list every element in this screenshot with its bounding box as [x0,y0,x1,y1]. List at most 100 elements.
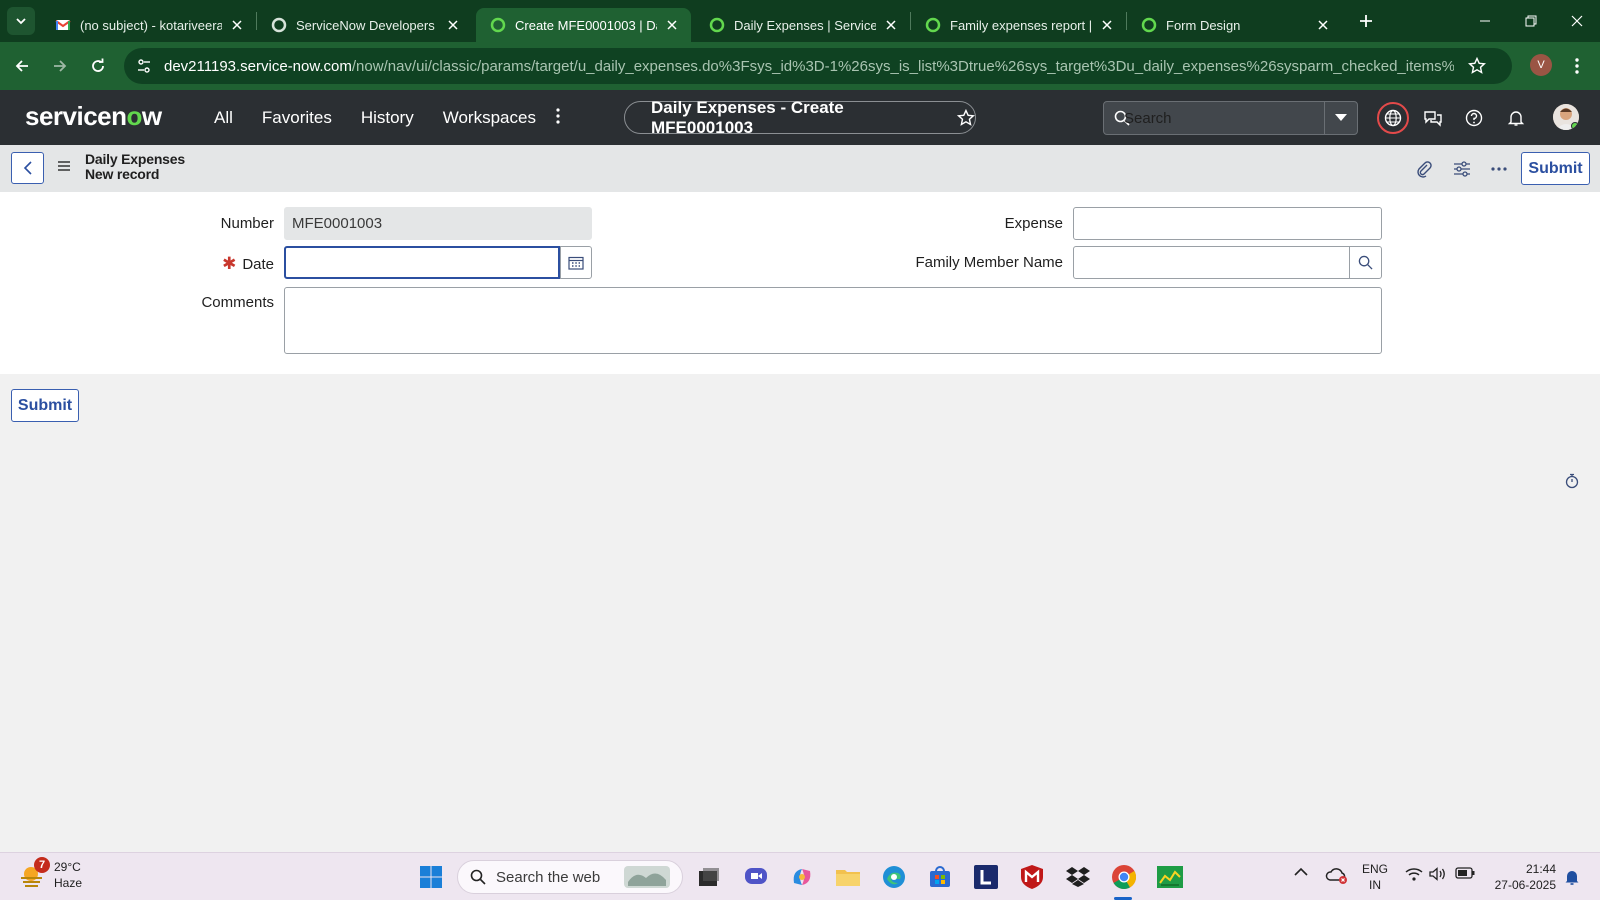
battery-icon [1455,867,1475,879]
onedrive-tray-button[interactable] [1325,865,1349,885]
browser-menu-button[interactable] [1559,48,1595,84]
weather-alert-badge: 7 [34,857,50,873]
more-menu-button[interactable] [556,108,560,124]
tab-close-icon[interactable] [1314,16,1332,34]
bookmark-star-icon[interactable] [1468,57,1486,75]
chrome-button[interactable] [1109,862,1139,892]
clock-time: 21:44 [1525,862,1556,876]
battery-tray-icon-wrap[interactable] [1455,867,1475,879]
global-search-input[interactable]: Search [1103,101,1325,135]
response-time-button[interactable] [1565,473,1579,489]
context-menu-button[interactable] [57,160,71,172]
dropbox-button[interactable] [1063,862,1093,892]
chrome-icon [1112,865,1137,890]
nav-workspaces[interactable]: Workspaces [443,108,536,128]
attachment-button[interactable] [1413,158,1435,180]
number-label: Number [220,215,274,232]
restore-button[interactable] [1508,0,1554,42]
cloud-error-icon [1325,868,1347,884]
nav-all[interactable]: All [214,108,233,128]
tab-title: (no subject) - kotariveerave [80,17,222,33]
submit-button-footer[interactable]: Submit [11,389,79,422]
input-language-indicator[interactable]: ENG IN [1362,861,1388,893]
weather-widget[interactable]: 7 29°C Haze [18,857,83,891]
date-input[interactable] [284,246,560,279]
system-clock[interactable]: 21:44 27-06-2025 [1488,861,1556,893]
store-bag-icon [930,866,950,887]
tab-close-icon[interactable] [444,16,462,34]
task-view-button[interactable] [694,862,724,892]
tab-close-icon[interactable] [882,16,900,34]
scope-picker-button[interactable] [1377,102,1409,134]
comments-textarea[interactable] [284,287,1382,354]
help-button[interactable] [1460,104,1488,132]
start-button[interactable] [416,862,446,892]
edge-button[interactable] [879,862,909,892]
expense-input[interactable] [1073,207,1382,240]
chevron-down-icon [16,18,26,25]
tab-close-icon[interactable] [228,16,246,34]
windows-logo-icon [420,866,442,888]
servicenow-icon [1141,17,1157,33]
show-hidden-icons-button[interactable] [1294,867,1308,877]
copilot-button[interactable] [787,862,817,892]
site-info-icon[interactable] [136,58,152,74]
spreadsheet-app-button[interactable] [1155,862,1185,892]
weather-icon-wrap: 7 [18,857,50,889]
clock-date: 27-06-2025 [1494,878,1556,892]
nav-history[interactable]: History [361,108,414,128]
mcafee-button[interactable] [1017,862,1047,892]
servicenow-logo[interactable]: servicenow [25,101,162,132]
tab-close-icon[interactable] [663,16,681,34]
kebab-menu-icon [556,108,560,124]
back-nav-button[interactable] [4,48,40,84]
bell-icon [1565,871,1579,885]
tab-title: Daily Expenses | ServiceNo [734,17,876,33]
personalize-form-button[interactable] [1451,158,1473,180]
browser-profile-avatar[interactable]: V [1530,54,1552,76]
notifications-button[interactable] [1502,104,1530,132]
family-member-input[interactable] [1073,246,1350,279]
browser-tab-servicenow-developers[interactable]: ServiceNow Developers [257,8,472,42]
family-member-lookup-button[interactable] [1349,246,1382,279]
browser-tab-gmail[interactable]: (no subject) - kotariveerave [41,8,256,42]
url-host: dev211193.service-now.com [164,57,352,75]
submit-button-header[interactable]: Submit [1521,152,1590,185]
browser-tab-create-record[interactable]: Create MFE0001003 | Daily [476,8,691,42]
file-explorer-button[interactable] [833,862,863,892]
wifi-tray-icon-wrap[interactable] [1405,867,1423,881]
form-more-actions-button[interactable] [1488,158,1510,180]
tab-search-button[interactable] [7,7,35,35]
user-avatar[interactable] [1553,104,1579,130]
close-window-button[interactable] [1554,0,1600,42]
browser-tab-daily-expenses[interactable]: Daily Expenses | ServiceNo [695,8,910,42]
minimize-button[interactable] [1462,0,1508,42]
logo-text-o: o [126,101,143,131]
store-button[interactable] [925,862,955,892]
form-back-button[interactable] [11,152,44,184]
browser-tab-family-expenses-report[interactable]: Family expenses report | Re [911,8,1126,42]
date-picker-button[interactable] [560,246,592,279]
kebab-menu-icon [1575,58,1579,74]
notification-center-button[interactable] [1564,868,1580,886]
favorite-star-icon[interactable] [957,108,975,127]
forward-nav-button[interactable] [42,48,78,84]
search-scope-dropdown[interactable] [1324,101,1358,135]
taskbar-search-input[interactable]: Search the web [457,860,683,894]
weather-condition: Haze [54,876,83,890]
chat-button[interactable] [1419,104,1447,132]
new-tab-button[interactable] [1352,7,1380,35]
ellipsis-icon [1491,167,1507,171]
gmail-icon [55,20,71,30]
context-title-pill[interactable]: Daily Expenses - Create MFE0001003 [624,98,976,137]
tab-close-icon[interactable] [1098,16,1116,34]
meet-app-button[interactable] [741,862,771,892]
nav-favorites[interactable]: Favorites [262,108,332,128]
video-call-icon [745,868,767,884]
address-bar[interactable]: dev211193.service-now.com/now/nav/ui/cla… [124,48,1512,84]
volume-tray-icon-wrap[interactable] [1429,867,1447,881]
browser-tab-form-design[interactable]: Form Design [1127,8,1342,42]
windows-taskbar: 7 29°C Haze Search the web ENG IN 21:44 … [0,852,1600,900]
reload-button[interactable] [80,48,116,84]
l-app-button[interactable] [971,862,1001,892]
